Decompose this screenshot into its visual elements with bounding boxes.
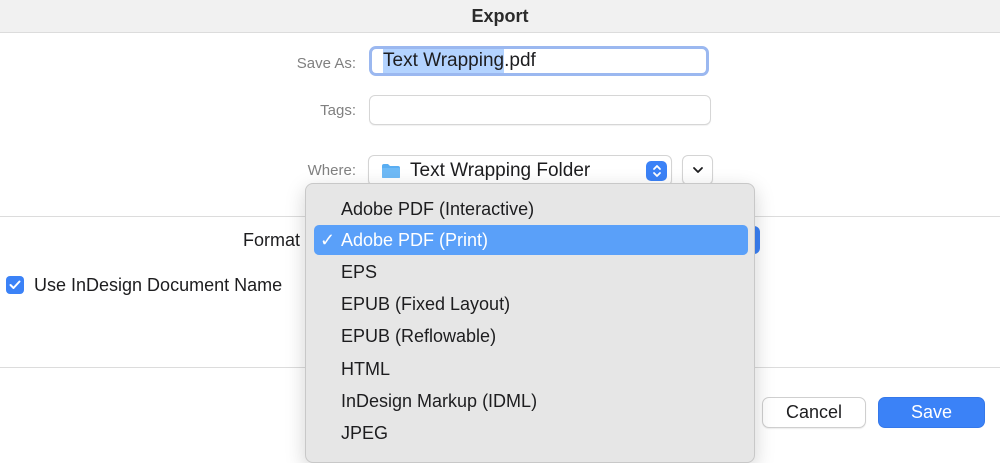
menu-item-label: EPS — [341, 261, 378, 282]
use-document-name-checkbox[interactable] — [6, 276, 24, 294]
format-dropdown-menu: Adobe PDF (Interactive) ✓ Adobe PDF (Pri… — [305, 183, 755, 463]
menu-item-epub-fixed-layout[interactable]: EPUB (Fixed Layout) — [314, 289, 748, 319]
folder-icon — [381, 163, 401, 179]
tags-field[interactable] — [369, 95, 711, 125]
menu-item-html[interactable]: HTML — [314, 354, 748, 384]
where-location-popup[interactable]: Text Wrapping Folder — [368, 155, 672, 186]
menu-item-label: EPUB (Reflowable) — [341, 325, 497, 346]
menu-item-label: EPUB (Fixed Layout) — [341, 293, 511, 314]
cancel-button[interactable]: Cancel — [762, 397, 866, 428]
menu-item-label: Adobe PDF (Print) — [341, 229, 489, 250]
menu-item-adobe-pdf-interactive[interactable]: Adobe PDF (Interactive) — [314, 194, 748, 224]
chevron-down-icon — [692, 161, 704, 179]
menu-item-label: HTML — [341, 358, 390, 379]
menu-item-eps[interactable]: EPS — [314, 257, 748, 287]
menu-item-label: JPEG — [341, 422, 389, 443]
menu-item-adobe-pdf-print[interactable]: ✓ Adobe PDF (Print) — [314, 225, 748, 255]
menu-item-label: Adobe PDF (Interactive) — [341, 198, 535, 219]
filename-selected-text: Text Wrapping — [383, 49, 505, 73]
filename-extension: .pdf — [504, 50, 536, 71]
dialog-title: Export — [0, 0, 1000, 33]
menu-item-indesign-markup-idml[interactable]: InDesign Markup (IDML) — [314, 386, 748, 416]
up-down-chevron-icon — [646, 161, 667, 181]
where-label: Where: — [307, 162, 356, 179]
menu-item-label: InDesign Markup (IDML) — [341, 390, 538, 411]
where-folder-name: Text Wrapping Folder — [410, 159, 591, 181]
expand-browser-button[interactable] — [682, 155, 713, 185]
check-icon: ✓ — [320, 229, 336, 250]
menu-item-jpeg[interactable]: JPEG — [314, 418, 748, 448]
format-label: Format — [243, 230, 301, 250]
use-document-name-label: Use InDesign Document Name — [34, 275, 283, 295]
menu-item-epub-reflowable[interactable]: EPUB (Reflowable) — [314, 321, 748, 351]
save-as-field[interactable]: Text Wrapping .pdf — [369, 46, 709, 76]
save-button[interactable]: Save — [878, 397, 985, 428]
save-as-label: Save As: — [296, 55, 356, 72]
checkmark-icon — [9, 280, 21, 289]
tags-label: Tags: — [320, 102, 356, 119]
